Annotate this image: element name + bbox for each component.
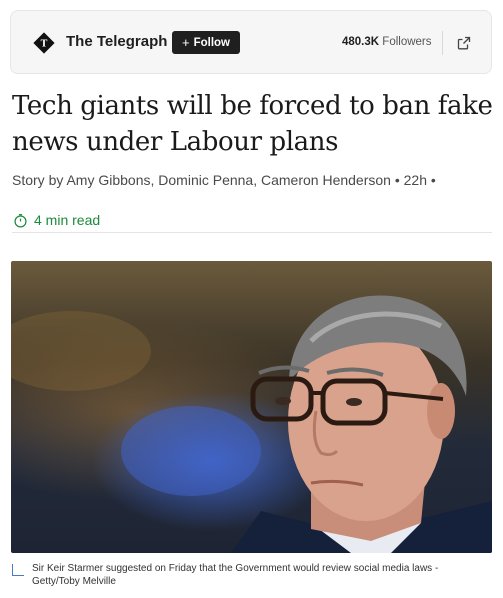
telegraph-logo-icon[interactable]: T (33, 32, 55, 54)
divider (442, 31, 443, 55)
external-link-icon[interactable] (456, 35, 472, 51)
followers-number: 480.3K (342, 36, 380, 48)
read-time-label: 4 min read (34, 212, 101, 228)
followers-label: Followers (382, 36, 432, 48)
read-time: 4 min read (13, 212, 100, 228)
followers-count: 480.3K Followers (342, 36, 432, 48)
publisher-bar: T The Telegraph + Follow 480.3K Follower… (10, 10, 492, 74)
image-caption-text: Sir Keir Starmer suggested on Friday tha… (32, 563, 439, 587)
follow-button[interactable]: + Follow (172, 31, 240, 54)
article-byline: Story by Amy Gibbons, Dominic Penna, Cam… (12, 172, 436, 188)
follow-label: Follow (193, 36, 230, 49)
section-divider (12, 232, 492, 233)
caption-corner-icon (12, 564, 24, 576)
svg-text:T: T (41, 40, 48, 50)
article-hero-image[interactable] (11, 261, 492, 553)
article-headline: Tech giants will be forced to ban fake n… (12, 91, 493, 157)
plus-icon: + (181, 35, 190, 50)
timer-icon (14, 213, 27, 227)
portrait-image (11, 295, 492, 553)
publisher-name[interactable]: The Telegraph (66, 33, 167, 50)
